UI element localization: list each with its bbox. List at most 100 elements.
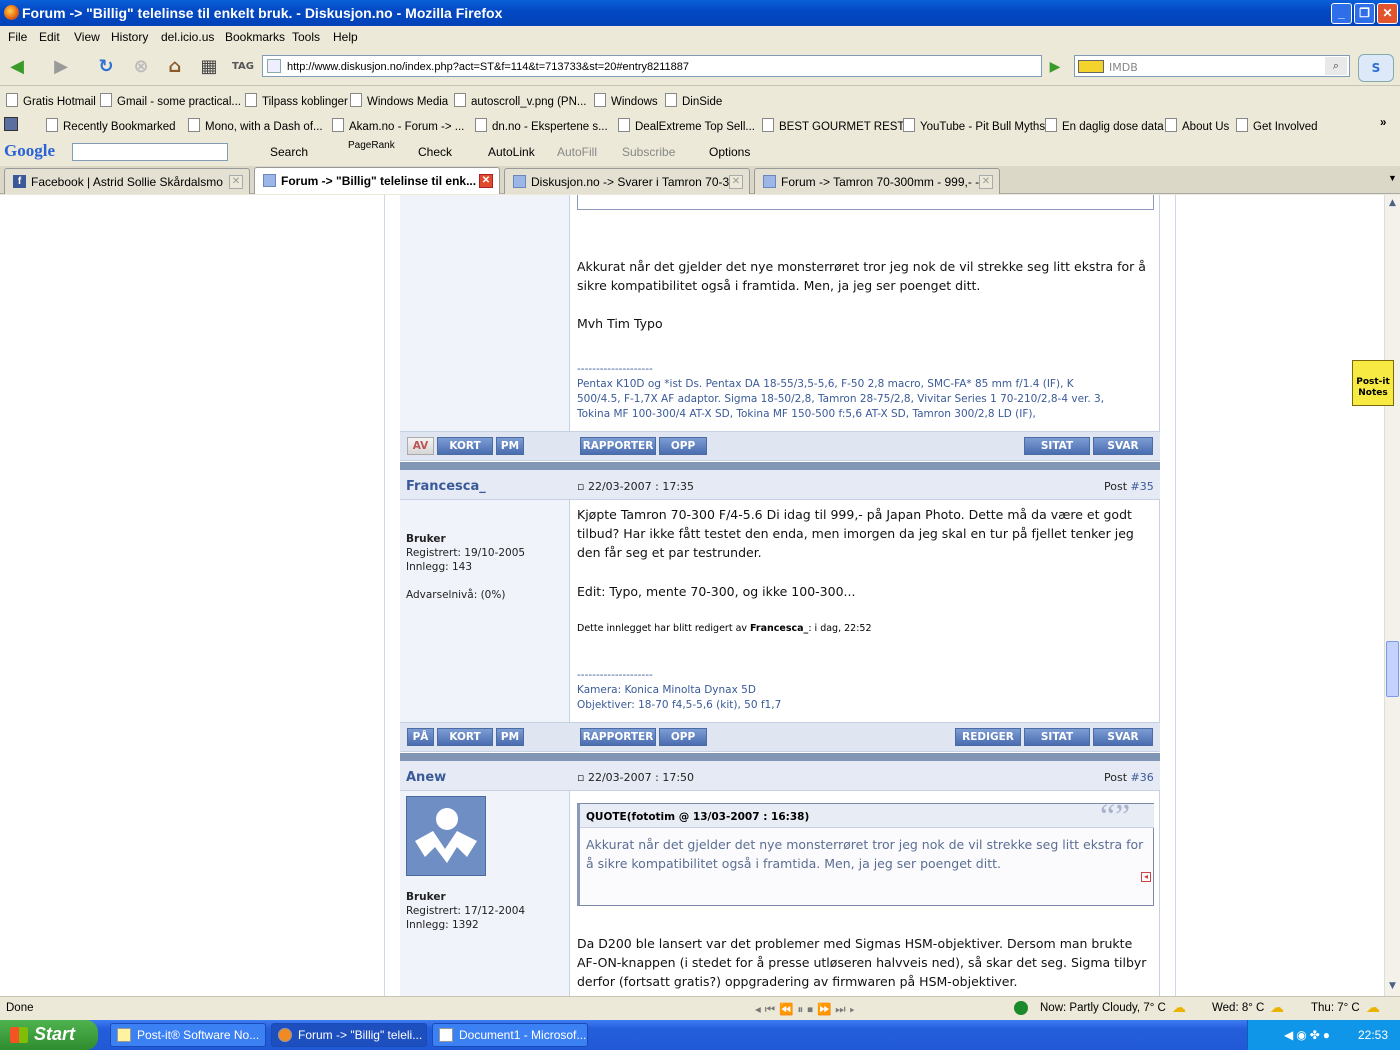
bookmark-item[interactable]: About Us xyxy=(1165,118,1229,133)
subscribe-button[interactable]: Subscribe xyxy=(622,145,675,159)
bookmark-item[interactable]: Windows xyxy=(594,93,658,108)
google-logo[interactable]: Google xyxy=(4,141,55,161)
top-button[interactable]: OPP xyxy=(659,728,707,746)
tab-facebook[interactable]: f Facebook | Astrid Sollie Skårdalsmo ✕ xyxy=(4,168,250,194)
button-label: RAPPORTER xyxy=(582,731,654,743)
bookmark-item[interactable]: autoscroll_v.png (PN... xyxy=(454,93,586,108)
post-number-link[interactable]: #35 xyxy=(1131,480,1154,493)
close-tab-icon[interactable]: ✕ xyxy=(229,175,243,189)
tab-tamron[interactable]: Forum -> Tamron 70-300mm - 999,- - ... ✕ xyxy=(754,168,1000,194)
maximize-button[interactable]: ❐ xyxy=(1354,3,1375,24)
delicious-menu-icon[interactable] xyxy=(4,117,18,131)
close-tab-icon[interactable]: ✕ xyxy=(729,175,743,189)
postit-label: Post-it xyxy=(1356,377,1390,387)
menu-tools[interactable]: Tools xyxy=(292,30,320,44)
menu-view[interactable]: View xyxy=(74,30,100,44)
tab-label: Diskusjon.no -> Svarer i Tamron 70-3... xyxy=(531,175,740,189)
start-button[interactable]: Start xyxy=(0,1020,98,1050)
menu-delicious[interactable]: del.icio.us xyxy=(161,30,214,44)
scrollbar-thumb[interactable] xyxy=(1386,641,1399,697)
google-search-input[interactable] xyxy=(72,143,228,161)
view-post-icon[interactable]: ◂ xyxy=(1141,872,1151,882)
close-tab-icon[interactable]: ✕ xyxy=(479,174,493,188)
autolink-button[interactable]: AutoLink xyxy=(488,145,535,159)
address-bar[interactable]: http://www.diskusjon.no/index.php?act=ST… xyxy=(262,55,1042,77)
tab-diskusjon[interactable]: Diskusjon.no -> Svarer i Tamron 70-3... … xyxy=(504,168,750,194)
tab-forum-active[interactable]: Forum -> "Billig" telelinse til enk... ✕ xyxy=(254,167,500,194)
post-author[interactable]: Anew xyxy=(406,770,446,785)
post-text-line: den får seg et par testrunder. xyxy=(577,545,762,560)
delicious-icon[interactable]: ▦ xyxy=(196,55,222,79)
bookmark-item[interactable]: DinSide xyxy=(665,93,722,108)
tag-icon[interactable]: TAG xyxy=(230,55,256,79)
reply-button[interactable]: SVAR xyxy=(1093,437,1153,455)
reload-icon[interactable]: ↻ xyxy=(93,55,119,79)
go-icon[interactable]: ▶ xyxy=(1044,56,1066,78)
post-number-link[interactable]: #36 xyxy=(1131,771,1154,784)
edit-button[interactable]: REDIGER xyxy=(955,728,1021,746)
weather-wed[interactable]: Wed: 8° C xyxy=(1212,1002,1264,1014)
taskbar-item-postit[interactable]: Post-it® Software No... xyxy=(110,1023,266,1047)
bookmark-item[interactable]: Tilpass koblinger xyxy=(245,93,348,108)
close-tab-icon[interactable]: ✕ xyxy=(979,175,993,189)
bookmark-item[interactable]: En daglig dose data xyxy=(1045,118,1164,133)
forward-icon[interactable]: ▶ xyxy=(48,55,74,79)
close-button[interactable]: ✕ xyxy=(1377,3,1398,24)
menu-bookmarks[interactable]: Bookmarks xyxy=(225,30,285,44)
report-button[interactable]: RAPPORTER xyxy=(580,728,656,746)
menu-file[interactable]: File xyxy=(8,30,27,44)
media-controls-icon[interactable]: ◂⏮⏪⏸⏹⏩⏭▸ xyxy=(755,1002,859,1017)
profile-button[interactable]: KORT xyxy=(437,728,493,746)
stop-icon[interactable]: ⊗ xyxy=(128,55,154,79)
post-number[interactable]: Post #36 xyxy=(1104,771,1154,784)
weather-thu[interactable]: Thu: 7° C xyxy=(1311,1002,1360,1014)
back-icon[interactable]: ◀ xyxy=(4,55,30,79)
autofill-button[interactable]: AutoFill xyxy=(557,145,597,159)
weather-now[interactable]: Now: Partly Cloudy, 7° C xyxy=(1040,1002,1166,1014)
bookmark-item[interactable]: Gmail - some practical... xyxy=(100,93,241,108)
bookmark-item[interactable]: Mono, with a Dash of... xyxy=(188,118,323,133)
postit-notes-widget[interactable]: Post-it Notes xyxy=(1352,360,1394,406)
skype-icon[interactable]: S xyxy=(1358,54,1394,82)
taskbar-item-firefox[interactable]: Forum -> "Billig" teleli... xyxy=(271,1023,427,1047)
post-author[interactable]: Francesca_ xyxy=(406,479,486,494)
post-number[interactable]: Post #35 xyxy=(1104,480,1154,493)
vertical-scrollbar[interactable]: ▲ ▼ xyxy=(1384,195,1400,996)
bookmark-item[interactable]: Gratis Hotmail xyxy=(6,93,96,108)
profile-button[interactable]: KORT xyxy=(437,437,493,455)
menu-edit[interactable]: Edit xyxy=(39,30,60,44)
chevron-right-icon[interactable]: » xyxy=(1380,117,1386,129)
reply-button[interactable]: SVAR xyxy=(1093,728,1153,746)
google-search-button[interactable]: Search xyxy=(270,145,308,159)
bookmarks-toolbar-2: Recently Bookmarked Mono, with a Dash of… xyxy=(0,112,1400,137)
pm-button[interactable]: PM xyxy=(496,437,524,455)
bookmark-item[interactable]: Get Involved xyxy=(1236,118,1318,133)
taskbar-item-word[interactable]: Document1 - Microsof... xyxy=(432,1023,588,1047)
bookmark-item[interactable]: BEST GOURMET REST... xyxy=(762,118,913,133)
quote-button[interactable]: SITAT xyxy=(1024,728,1090,746)
window-titlebar[interactable]: Forum -> "Billig" telelinse til enkelt b… xyxy=(0,0,1400,26)
bookmark-item[interactable]: Recently Bookmarked xyxy=(46,118,176,133)
spell-check-button[interactable]: Check xyxy=(418,145,452,159)
pm-button[interactable]: PM xyxy=(496,728,524,746)
bookmark-item[interactable]: Akam.no - Forum -> ... xyxy=(332,118,464,133)
bookmark-item[interactable]: YouTube - Pit Bull Myths xyxy=(903,118,1045,133)
search-box[interactable]: IMDB ⌕ xyxy=(1074,55,1350,77)
bookmark-item[interactable]: dn.no - Ekspertene s... xyxy=(475,118,608,133)
tray-icons[interactable]: ◀◉✤● xyxy=(1284,1028,1333,1042)
tab-list-icon[interactable]: ▼ xyxy=(1388,173,1397,183)
scroll-down-icon[interactable]: ▼ xyxy=(1386,979,1399,993)
search-icon[interactable]: ⌕ xyxy=(1325,57,1347,75)
top-button[interactable]: OPP xyxy=(659,437,707,455)
menu-help[interactable]: Help xyxy=(333,30,358,44)
bookmark-item[interactable]: DealExtreme Top Sell... xyxy=(618,118,755,133)
scroll-up-icon[interactable]: ▲ xyxy=(1386,196,1399,210)
home-icon[interactable]: ⌂ xyxy=(162,55,188,79)
options-button[interactable]: Options xyxy=(709,145,750,159)
minimize-button[interactable]: _ xyxy=(1331,3,1352,24)
report-button[interactable]: RAPPORTER xyxy=(580,437,656,455)
menu-history[interactable]: History xyxy=(111,30,148,44)
imdb-engine-icon[interactable] xyxy=(1078,60,1104,73)
quote-button[interactable]: SITAT xyxy=(1024,437,1090,455)
bookmark-item[interactable]: Windows Media xyxy=(350,93,448,108)
